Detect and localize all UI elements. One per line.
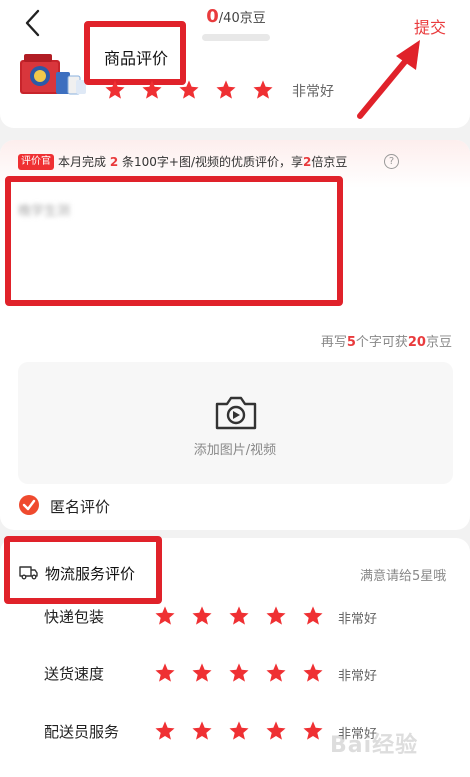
page-title: 商品评价 [104,49,169,68]
help-icon[interactable]: ? [384,154,399,169]
annotation-arrow-icon [357,40,420,119]
service-star-icon[interactable] [154,662,176,684]
product-star-icon[interactable] [178,79,200,101]
promo-text: 本月完成 2 条100字+图/视频的优质评价，享2倍京豆 [58,153,347,170]
truck-icon [19,566,38,580]
logistics-title: 物流服务评价 [45,565,136,583]
back-arrow-icon[interactable] [22,8,44,38]
progress-count: 0 [206,6,219,27]
service-star-icon[interactable] [154,605,176,627]
speed-star-rating[interactable] [154,662,324,684]
progress-bar [202,34,270,41]
product-star-icon[interactable] [252,79,274,101]
service-star-icon[interactable] [191,605,213,627]
service-label-speed: 送货速度 [44,665,105,683]
product-star-icon[interactable] [215,79,237,101]
service-star-icon[interactable] [302,720,324,742]
hint-part2: 个字可获 [355,335,408,350]
courier-star-rating[interactable] [154,720,324,742]
service-label-packaging: 快递包装 [44,608,105,626]
service-star-icon[interactable] [265,720,287,742]
product-star-icon[interactable] [104,79,126,101]
product-thumbnail [20,54,86,95]
product-star-rating[interactable] [104,79,274,101]
add-media-label: 添加图片/视频 [193,443,277,458]
packaging-star-rating[interactable] [154,605,324,627]
promo-part2: 条100字+图/视频的优质评价，享 [122,155,304,169]
promo-part3: 倍京豆 [311,155,348,169]
hint-num2: 20 [407,335,426,350]
product-rating-text: 非常好 [292,84,334,100]
service-star-icon[interactable] [265,662,287,684]
service-star-icon[interactable] [302,662,324,684]
hint-part1: 再写 [320,335,347,350]
promo-num1: 2 [109,155,119,169]
service-star-icon[interactable] [191,720,213,742]
anonymous-checkbox-checked-icon[interactable] [19,495,39,515]
promo-part1: 本月完成 [58,155,107,169]
service-star-icon[interactable] [228,662,250,684]
packaging-rating-text: 非常好 [338,612,378,627]
speed-rating-text: 非常好 [338,669,378,684]
service-star-icon[interactable] [228,605,250,627]
service-label-courier: 配送员服务 [44,723,120,741]
word-count-hint: 再写5个字可获20京豆 [321,331,452,350]
logistics-hint: 满意请给5星哦 [360,569,447,584]
service-star-icon[interactable] [228,720,250,742]
service-star-icon[interactable] [302,605,324,627]
review-text-input[interactable]: 晚学生测 [18,200,308,280]
hint-part3: 京豆 [425,335,452,350]
anonymous-label[interactable]: 匿名评价 [50,496,110,517]
camera-icon [215,396,257,430]
service-star-icon[interactable] [265,605,287,627]
reviewer-badge: 评价官 [18,154,54,170]
product-star-icon[interactable] [141,79,163,101]
watermark: Bai经验 [330,733,419,758]
jingdou-progress: 0/40京豆 [196,6,276,27]
progress-total: /40京豆 [218,11,266,26]
service-star-icon[interactable] [191,662,213,684]
hint-num1: 5 [346,335,356,350]
service-star-icon[interactable] [154,720,176,742]
